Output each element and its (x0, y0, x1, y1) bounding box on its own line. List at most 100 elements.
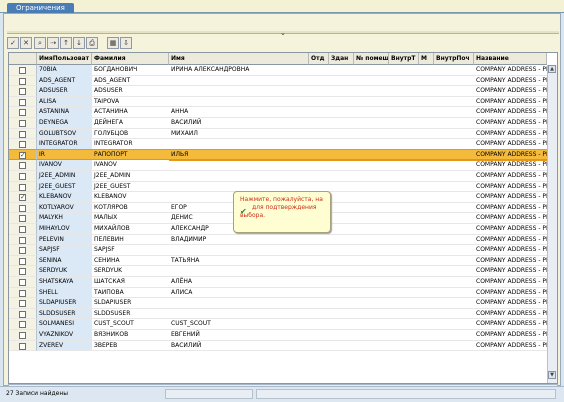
row-checkbox[interactable] (19, 183, 26, 191)
row-checkbox[interactable] (19, 215, 26, 223)
row-select-cell[interactable] (9, 340, 37, 352)
row-select-cell[interactable] (9, 128, 37, 140)
table-row[interactable]: ADS_AGENT ADS_AGENT COMPANY ADDRESS - PLEA… (9, 75, 557, 87)
find-next-icon[interactable]: ⇢ (47, 37, 59, 49)
header-internal-phone[interactable]: ВнутрТ (389, 53, 419, 65)
table-row[interactable]: SHATSKAYA ШАТСКАЯ АЛЁНА COMPANY ADDRESS - P… (9, 277, 557, 288)
row-select-cell[interactable] (9, 298, 37, 309)
row-checkbox[interactable] (19, 279, 26, 286)
row-checkbox[interactable] (19, 67, 26, 74)
row-checkbox[interactable] (19, 98, 26, 106)
row-select-cell[interactable] (9, 202, 37, 214)
header-title[interactable]: Название (474, 53, 547, 65)
row-select-cell[interactable] (9, 287, 37, 299)
row-select-cell[interactable] (9, 65, 37, 76)
row-select-cell[interactable] (9, 118, 37, 129)
row-select-cell[interactable] (9, 266, 37, 277)
row-select-cell[interactable] (9, 181, 37, 193)
table-row[interactable]: SHELL ТАИПОВА АЛИСА COMPANY ADDRESS - PLEAS (9, 287, 557, 299)
scroll-down-icon[interactable]: ▼ (548, 371, 556, 379)
row-checkbox[interactable] (19, 236, 26, 244)
row-select-cell[interactable] (9, 75, 37, 87)
row-checkbox[interactable] (19, 247, 26, 255)
row-select-cell[interactable] (9, 213, 37, 224)
row-checkbox[interactable] (19, 173, 26, 180)
table-row[interactable]: ADSUSER ADSUSER COMPANY ADDRESS - PLEAS (9, 86, 557, 97)
row-select-cell[interactable] (9, 330, 37, 341)
header-building[interactable]: Здан (329, 53, 354, 65)
table-row[interactable]: ZVEREV ЗВЕРЕВ ВАСИЛИЙ COMPANY ADDRESS - PLE… (9, 340, 557, 352)
table-row[interactable]: SAPJSF SAPJSF COMPANY ADDRESS - PLEAS (9, 245, 557, 256)
row-select-cell[interactable] (9, 96, 37, 108)
header-internal-mail[interactable]: ВнутрПоч (434, 53, 474, 65)
row-checkbox[interactable] (19, 332, 26, 339)
row-checkbox[interactable] (19, 141, 26, 149)
header-surname[interactable]: Фамилия (92, 53, 169, 65)
header-select[interactable] (9, 53, 37, 65)
row-checkbox[interactable] (19, 268, 26, 276)
row-select-cell[interactable] (9, 277, 37, 288)
table-row[interactable]: IVANOV IVANOV COMPANY ADDRESS - PLEAS (9, 160, 557, 171)
row-select-cell[interactable] (9, 319, 37, 330)
export-icon[interactable]: ⇩ (120, 37, 132, 49)
print-icon[interactable]: ⎙ (86, 37, 98, 49)
table-row[interactable]: VYAZNIKOV ВЯЗНИКОВ ЕВГЕНИЙ COMPANY ADDRESS … (9, 330, 557, 341)
row-select-cell[interactable] (9, 308, 37, 320)
table-row[interactable]: ASTANINA АСТАНИНА АННА COMPANY ADDRESS - PL… (9, 107, 557, 118)
table-icon[interactable]: ▦ (107, 37, 119, 49)
row-checkbox[interactable] (19, 204, 26, 212)
header-room[interactable]: № помещ (354, 53, 389, 65)
row-select-cell[interactable] (9, 192, 37, 203)
row-checkbox[interactable] (19, 257, 26, 265)
table-row[interactable]: SLDAPIUSER SLDAPIUSER COMPANY ADDRESS - PL… (9, 298, 557, 309)
table-row[interactable]: IRРАПОПОРТИЛЬЯ COMPANY ADDRESS - PLEAS (9, 148, 557, 162)
table-row[interactable]: INTEGRATOR INTEGRATOR COMPANY ADDRESS - PL… (9, 139, 557, 150)
table-row[interactable]: ALISA TAIPOVA COMPANY ADDRESS - PLEAS (9, 96, 557, 108)
scroll-up-icon[interactable]: ▲ (548, 65, 556, 73)
row-select-cell[interactable] (9, 139, 37, 150)
row-checkbox[interactable] (19, 150, 26, 159)
splitter-handle-icon[interactable]: ⌄ (280, 29, 286, 37)
row-select-cell[interactable] (9, 171, 37, 182)
row-checkbox[interactable] (19, 88, 26, 96)
vertical-scrollbar[interactable]: ▲ ▼ (547, 65, 557, 383)
header-m[interactable]: М (419, 53, 434, 65)
row-checkbox[interactable] (19, 77, 26, 85)
check-icon[interactable]: ✓ (7, 37, 19, 49)
row-select-cell[interactable] (9, 107, 37, 118)
table-row[interactable]: 70BIA БОГДАНОВИЧ ИРИНА АЛЕКСАНДРОВНА COMPAN… (9, 65, 557, 76)
row-checkbox[interactable] (19, 130, 26, 138)
row-checkbox[interactable] (19, 162, 26, 170)
cancel-icon[interactable]: ✕ (20, 37, 32, 49)
row-select-cell[interactable] (9, 245, 37, 256)
table-row[interactable]: SENINA СЕНИНА ТАТЬЯНА COMPANY ADDRESS - PLE… (9, 255, 557, 267)
row-select-cell[interactable] (9, 86, 37, 97)
row-checkbox[interactable] (19, 289, 26, 297)
row-select-cell[interactable] (9, 160, 37, 171)
row-checkbox[interactable] (19, 321, 26, 329)
table-row[interactable]: SOLMANESI CUST_SCOUT CUST_SCOUT COMPANY ADD… (9, 319, 557, 330)
row-checkbox[interactable] (19, 342, 26, 350)
table-row[interactable]: GOLUBTSOV ГОЛУБЦОВ МИХАИЛ COMPANY ADDRESS -… (9, 128, 557, 140)
row-checkbox[interactable] (19, 310, 26, 318)
sort-descending-icon[interactable]: ↓ (73, 37, 85, 49)
table-row[interactable]: SLDDSUSER SLDDSUSER COMPANY ADDRESS - PLEA… (9, 308, 557, 320)
row-checkbox[interactable] (19, 226, 26, 233)
table-row[interactable]: PELEVIN ПЕЛЕВИН ВЛАДИМИР COMPANY ADDRESS - … (9, 234, 557, 246)
row-select-cell[interactable] (9, 234, 37, 246)
row-select-cell[interactable] (9, 224, 37, 235)
header-username[interactable]: ИмяПользоват (37, 53, 92, 65)
row-checkbox[interactable] (19, 120, 26, 127)
table-row[interactable]: J2EE_ADMIN J2EE_ADMIN COMPANY ADDRESS - PL… (9, 171, 557, 182)
sort-ascending-icon[interactable]: ↑ (60, 37, 72, 49)
header-name[interactable]: Имя (169, 53, 309, 65)
find-icon[interactable]: ⌕ (34, 37, 46, 49)
row-checkbox[interactable] (19, 109, 26, 117)
row-checkbox[interactable] (19, 300, 26, 308)
table-row[interactable]: DEYNEGA ДЕЙНЕГА ВАСИЛИЙ COMPANY ADDRESS - P… (9, 118, 557, 129)
table-row[interactable]: SERDYUK SERDYUK COMPANY ADDRESS - PLEAS (9, 266, 557, 277)
row-select-cell[interactable] (9, 255, 37, 267)
row-select-cell[interactable] (9, 149, 37, 161)
row-checkbox[interactable] (19, 192, 26, 202)
header-dept[interactable]: Отд (309, 53, 329, 65)
